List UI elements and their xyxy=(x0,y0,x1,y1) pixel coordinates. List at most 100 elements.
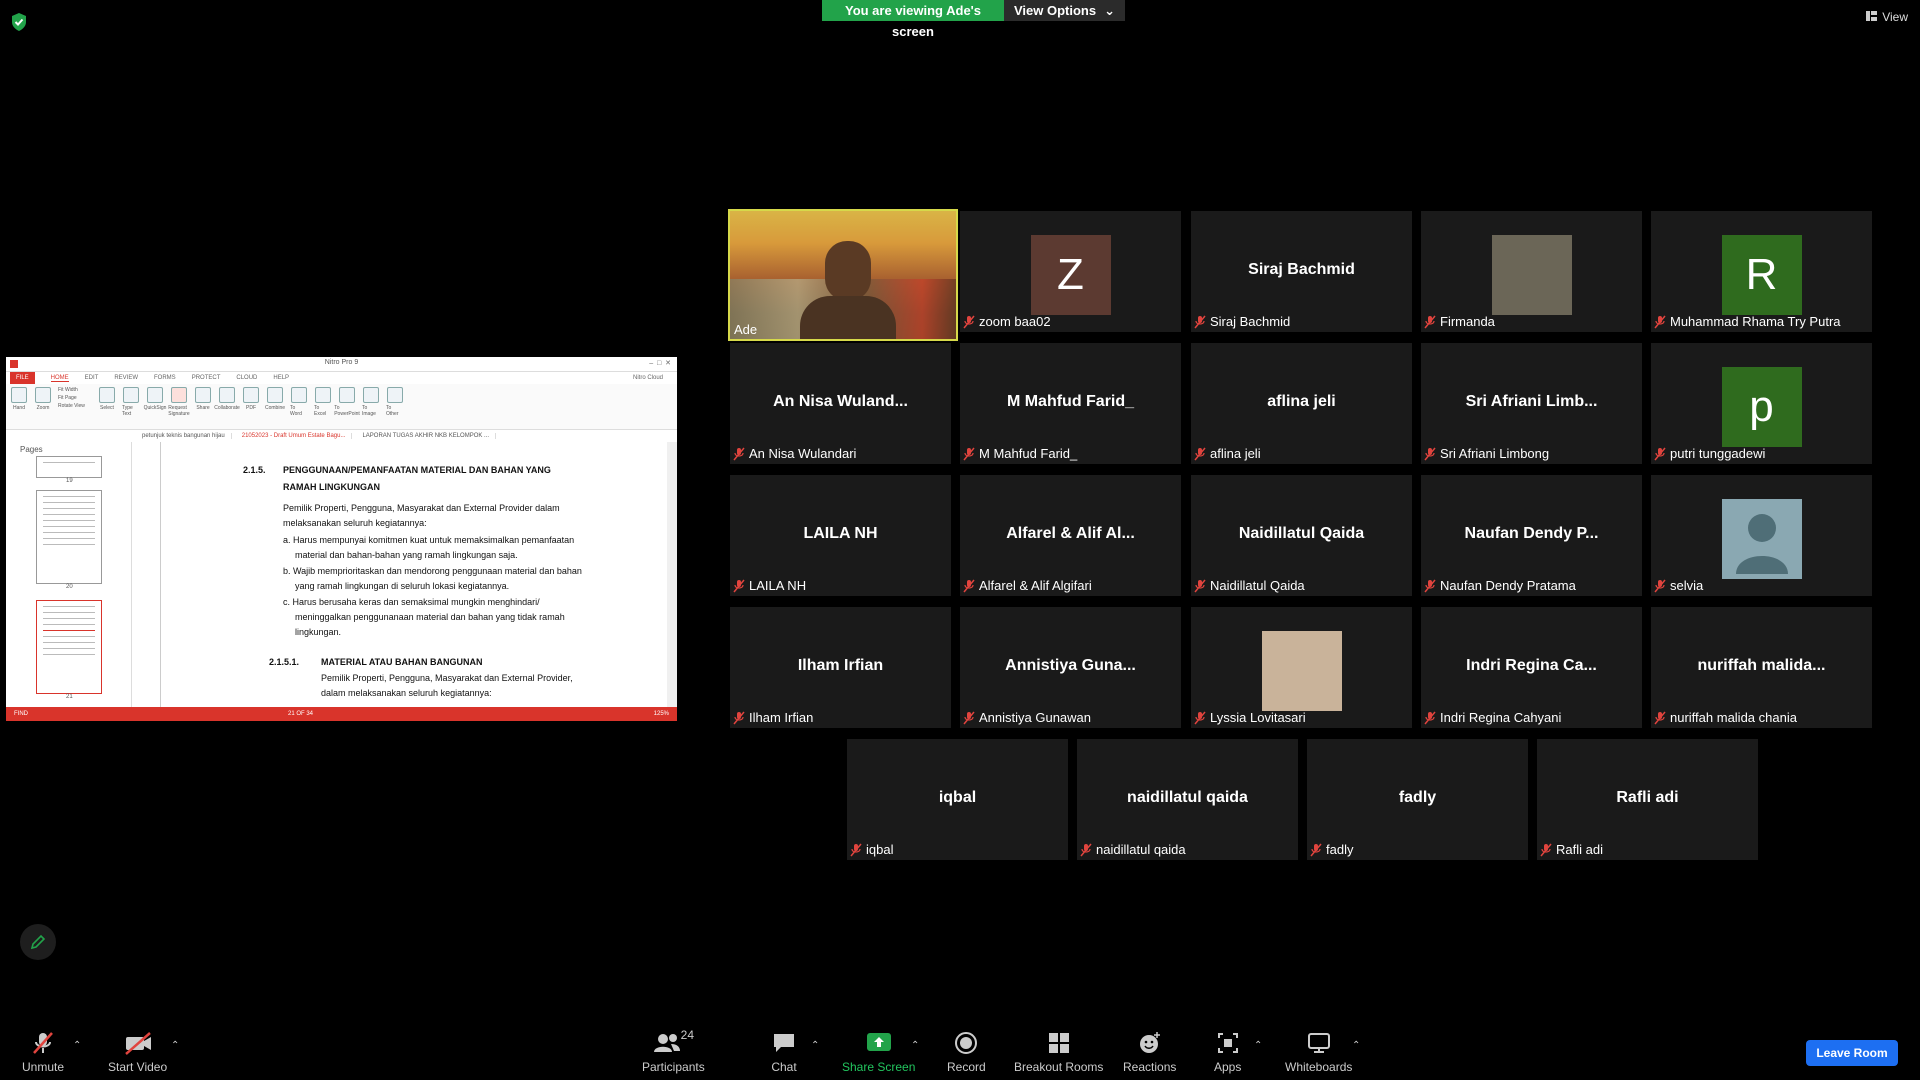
audio-options-caret[interactable]: ⌃ xyxy=(73,1040,81,1051)
participant-tile[interactable]: naidillatul qaida naidillatul qaida xyxy=(1077,739,1298,860)
menu-bar: FILE HOME EDIT REVIEW FORMS PROTECT CLOU… xyxy=(6,372,677,384)
page-counter[interactable]: 21 OF 34 xyxy=(288,711,313,717)
participant-tile[interactable]: p putri tunggadewi xyxy=(1651,343,1872,464)
ribbon-combine[interactable]: Combine xyxy=(265,387,285,411)
fit-page[interactable]: Fit Page xyxy=(58,395,92,401)
participant-tile[interactable]: Naufan Dendy P... Naufan Dendy Pratama xyxy=(1421,475,1642,596)
menu-home[interactable]: HOME xyxy=(50,375,69,382)
ribbon-quicksign[interactable]: QuickSign xyxy=(144,387,166,411)
participant-tile[interactable]: Firmanda xyxy=(1421,211,1642,332)
breakout-rooms-button[interactable]: Breakout Rooms xyxy=(1014,1030,1103,1074)
participant-tile[interactable]: An Nisa Wuland... An Nisa Wulandari xyxy=(730,343,951,464)
document-scrollbar[interactable] xyxy=(667,442,677,707)
participant-tile[interactable]: nuriffah malida... nuriffah malida chania xyxy=(1651,607,1872,728)
doc-tab-active[interactable]: 21052023 - Draft Umum Estate Bagu... xyxy=(236,433,353,439)
share-screen-icon xyxy=(866,1033,891,1051)
participant-name: nuriffah malida chania xyxy=(1670,710,1797,725)
participants-icon xyxy=(653,1034,680,1052)
apps-button[interactable]: Apps xyxy=(1214,1030,1241,1074)
participant-avatar: R xyxy=(1721,235,1802,315)
ribbon-select[interactable]: Select xyxy=(98,387,116,411)
whiteboards-options-caret[interactable]: ⌃ xyxy=(1352,1040,1360,1051)
menu-review[interactable]: REVIEW xyxy=(114,375,138,381)
leave-room-button[interactable]: Leave Room xyxy=(1806,1040,1898,1066)
view-button[interactable]: View xyxy=(1866,10,1908,24)
participant-tile[interactable]: Naidillatul Qaida Naidillatul Qaida xyxy=(1191,475,1412,596)
page-thumbnail[interactable] xyxy=(36,490,102,584)
doc-subheading: MATERIAL ATAU BAHAN BANGUNAN xyxy=(321,657,483,667)
participant-tile[interactable]: iqbal iqbal xyxy=(847,739,1068,860)
participant-tile[interactable]: selvia xyxy=(1651,475,1872,596)
ribbon-type-text[interactable]: Type Text xyxy=(122,387,140,417)
ribbon-to-word[interactable]: To Word xyxy=(290,387,308,417)
muted-mic-icon xyxy=(1654,711,1666,725)
start-video-button[interactable]: Start Video xyxy=(108,1030,167,1074)
doc-text: lingkungan. xyxy=(295,627,342,637)
menu-forms[interactable]: FORMS xyxy=(154,375,176,381)
participant-tile[interactable]: LAILA NH LAILA NH xyxy=(730,475,951,596)
menu-cloud[interactable]: CLOUD xyxy=(236,375,257,381)
unmute-button[interactable]: Unmute xyxy=(22,1030,64,1074)
doc-text: b. Wajib memprioritaskan dan mendorong p… xyxy=(283,566,582,576)
video-options-caret[interactable]: ⌃ xyxy=(171,1040,179,1051)
document-view[interactable]: 2.1.5. PENGGUNAAN/PEMANFAATAN MATERIAL D… xyxy=(132,442,667,707)
chat-options-caret[interactable]: ⌃ xyxy=(811,1040,819,1051)
menu-help[interactable]: HELP xyxy=(273,375,289,381)
participant-tile[interactable]: Siraj Bachmid Siraj Bachmid xyxy=(1191,211,1412,332)
participants-label: Participants xyxy=(642,1060,705,1074)
window-controls[interactable]: – □ ✕ xyxy=(649,359,671,367)
menu-edit[interactable]: EDIT xyxy=(85,375,99,381)
participant-tile[interactable]: fadly fadly xyxy=(1307,739,1528,860)
chat-button[interactable]: Chat xyxy=(771,1030,797,1074)
shared-screen[interactable]: Nitro Pro 9 – □ ✕ FILE HOME EDIT REVIEW … xyxy=(6,357,677,721)
participant-tile[interactable]: Zzoom baa02 xyxy=(960,211,1181,332)
ribbon-pdf[interactable]: PDF xyxy=(242,387,260,411)
participant-tile[interactable]: aflina jeli aflina jeli xyxy=(1191,343,1412,464)
record-button[interactable]: Record xyxy=(947,1030,986,1074)
ribbon-zoom[interactable]: Zoom xyxy=(34,387,52,411)
zoom-level[interactable]: 125% xyxy=(654,711,669,717)
participant-tile[interactable]: R Muhammad Rhama Try Putra xyxy=(1651,211,1872,332)
participant-tile[interactable]: Ade xyxy=(728,209,958,341)
page-thumbnail[interactable] xyxy=(36,456,102,478)
fit-width[interactable]: Fit Width xyxy=(58,387,92,393)
participants-button[interactable]: 24 Participants xyxy=(642,1028,705,1074)
view-options-button[interactable]: View Options ⌄ xyxy=(1004,0,1125,21)
muted-mic-icon xyxy=(850,843,862,857)
participant-tile[interactable]: Ilham Irfian Ilham Irfian xyxy=(730,607,951,728)
ribbon-to-powerpoint[interactable]: To PowerPoint xyxy=(334,387,360,417)
ribbon-request-signature[interactable]: Request Signature xyxy=(168,387,190,417)
ribbon-collaborate[interactable]: Collaborate xyxy=(214,387,240,411)
participant-tile[interactable]: Lyssia Lovitasari xyxy=(1191,607,1412,728)
ribbon-share[interactable]: Share xyxy=(194,387,212,411)
participant-tile[interactable]: Rafli adi Rafli adi xyxy=(1537,739,1758,860)
doc-tab[interactable]: LAPORAN TUGAS AKHIR NKB KELOMPOK ... xyxy=(356,433,497,439)
security-shield-icon[interactable] xyxy=(10,12,30,32)
unmute-label: Unmute xyxy=(22,1060,65,1074)
menu-file[interactable]: FILE xyxy=(10,372,35,384)
share-options-caret[interactable]: ⌃ xyxy=(911,1040,919,1051)
participant-name: Siraj Bachmid xyxy=(1210,314,1291,329)
reactions-button[interactable]: Reactions xyxy=(1123,1030,1176,1074)
apps-options-caret[interactable]: ⌃ xyxy=(1254,1040,1262,1051)
ribbon-to-other[interactable]: To Other xyxy=(386,387,404,417)
annotate-pencil-button[interactable] xyxy=(20,924,56,960)
find-label[interactable]: FIND xyxy=(14,711,28,717)
ribbon-to-excel[interactable]: To Excel xyxy=(314,387,332,417)
whiteboards-button[interactable]: Whiteboards xyxy=(1285,1030,1352,1074)
participant-tile[interactable]: Annistiya Guna... Annistiya Gunawan xyxy=(960,607,1181,728)
account-label[interactable]: Nitro Cloud xyxy=(633,375,677,381)
doc-text: c. Harus berusaha keras dan semaksimal m… xyxy=(283,597,540,607)
share-screen-button[interactable]: Share Screen xyxy=(842,1030,915,1074)
participant-tile[interactable]: Sri Afriani Limb... Sri Afriani Limbong xyxy=(1421,343,1642,464)
ribbon-hand[interactable]: Hand xyxy=(10,387,28,411)
menu-protect[interactable]: PROTECT xyxy=(192,375,221,381)
participant-tile[interactable]: Alfarel & Alif Al... Alfarel & Alif Algif… xyxy=(960,475,1181,596)
doc-tab[interactable]: petunjuk teknis bangunan hijau xyxy=(136,433,232,439)
rotate-view[interactable]: Rotate View xyxy=(58,403,92,409)
page-thumbnail-current[interactable] xyxy=(36,600,102,694)
ribbon-to-image[interactable]: To Image xyxy=(362,387,380,417)
participant-tile[interactable]: M Mahfud Farid_ M Mahfud Farid_ xyxy=(960,343,1181,464)
participant-name: Naidillatul Qaida xyxy=(1210,578,1305,593)
participant-tile[interactable]: Indri Regina Ca... Indri Regina Cahyani xyxy=(1421,607,1642,728)
